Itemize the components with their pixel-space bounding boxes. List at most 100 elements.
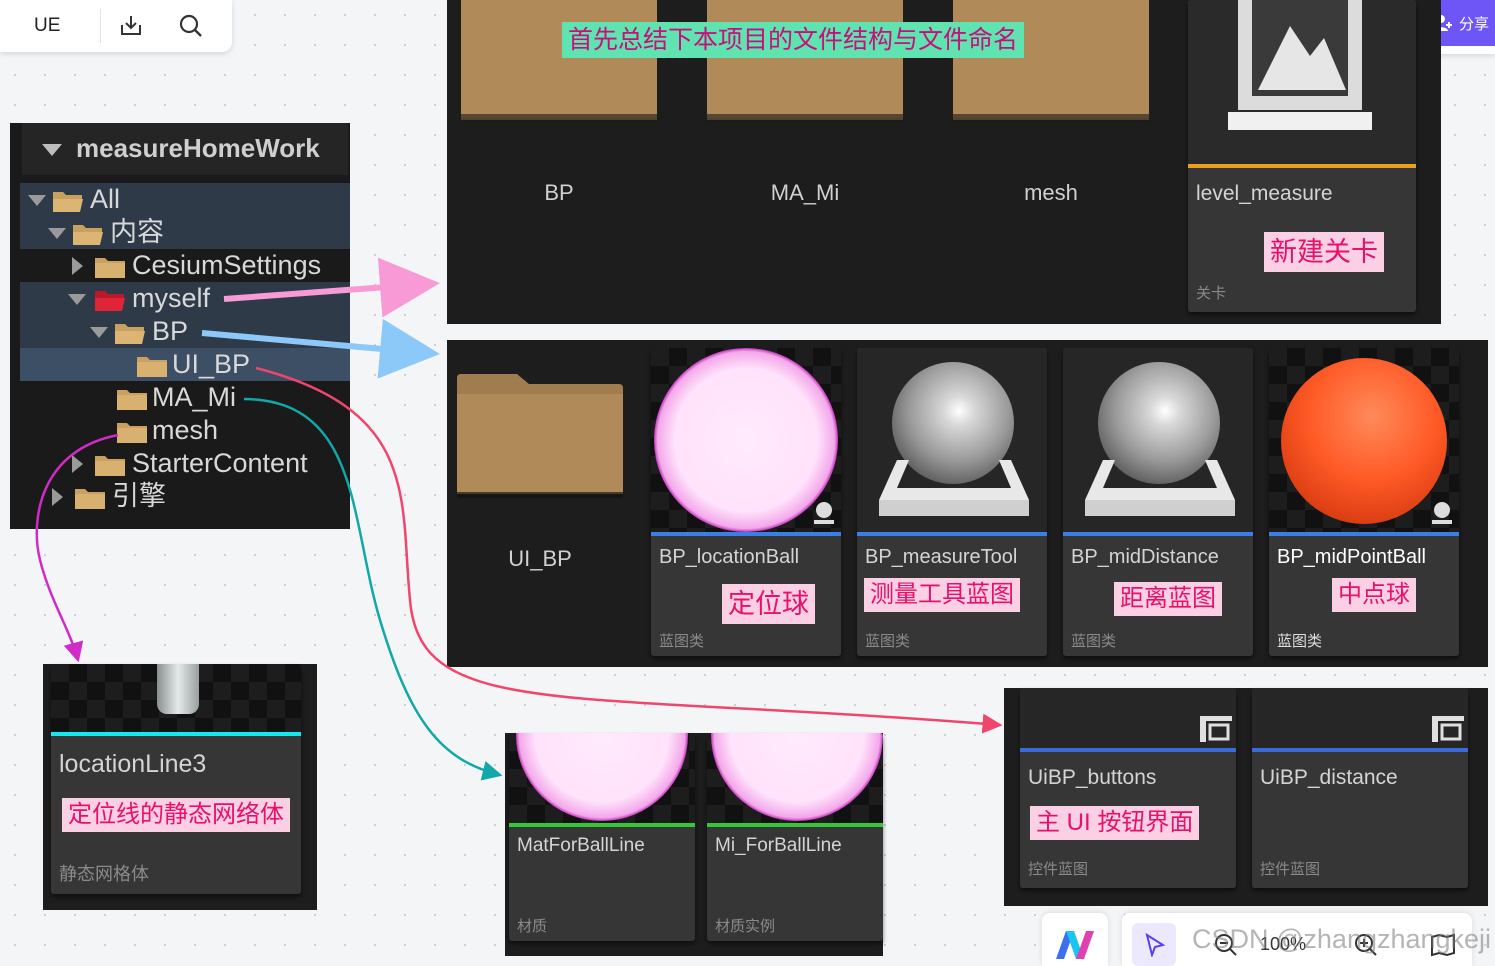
- tree-item-ma-mi[interactable]: MA_Mi: [20, 381, 350, 414]
- asset-name: Mi_ForBallLine: [715, 835, 842, 856]
- asset-type-line: [651, 532, 841, 536]
- asset-name: BP_measureTool: [865, 546, 1018, 568]
- pedestal-icon: [879, 460, 1029, 516]
- annotation-tag: 定位线的静态网络体: [62, 798, 290, 832]
- share-label: 分享: [1459, 15, 1490, 33]
- expand-caret-icon[interactable]: [52, 488, 63, 506]
- asset-name: MatForBallLine: [517, 835, 645, 856]
- tree-item-startercontent[interactable]: StarterContent: [20, 447, 350, 480]
- folder-label: mesh: [1024, 180, 1078, 205]
- annotation-tag: 新建关卡: [1264, 232, 1384, 272]
- asset-name: UiBP_buttons: [1028, 766, 1157, 789]
- level-map-icon: [1228, 0, 1372, 130]
- asset-type: 材质实例: [715, 918, 776, 935]
- cursor-icon: [1145, 933, 1165, 957]
- tree-item-label: 引擎: [112, 481, 166, 511]
- annotation-tag: 主 UI 按钮界面: [1030, 806, 1200, 840]
- folder-icon: [137, 357, 167, 377]
- folder-icon[interactable]: [707, 0, 903, 124]
- tree-item-engine[interactable]: 引擎: [20, 480, 350, 513]
- asset-type-line: [51, 732, 301, 736]
- tree-item-ui-bp[interactable]: UI_BP: [20, 348, 350, 381]
- tree-item-all[interactable]: All: [20, 183, 350, 216]
- widget-icon: [1432, 716, 1464, 742]
- actor-icon: [1432, 502, 1452, 524]
- open-folder-icon: [115, 324, 145, 344]
- static-mesh-card[interactable]: locationLine3 静态网格体: [51, 664, 301, 894]
- widget-icon: [1200, 716, 1232, 742]
- watermark: CSDN @zhangzhangkeji: [1192, 924, 1492, 954]
- widget-blueprint-card[interactable]: UiBP_distance 控件蓝图: [1252, 688, 1468, 888]
- actor-icon: [814, 502, 834, 524]
- folder-icon[interactable]: [457, 374, 623, 498]
- expand-caret-icon[interactable]: [28, 195, 46, 206]
- tree-item-label: myself: [132, 283, 211, 313]
- annotation-tag: 定位球: [722, 584, 815, 624]
- asset-type-line: [509, 823, 695, 827]
- select-tool-button[interactable]: [1132, 923, 1176, 966]
- tree-item-content[interactable]: 内容: [20, 216, 350, 249]
- folder-icon: [95, 456, 125, 476]
- tree-item-label: UI_BP: [172, 349, 251, 379]
- asset-type: 材质: [517, 918, 548, 935]
- cylinder-thumbnail: [157, 664, 199, 714]
- annotation-tag: 测量工具蓝图: [864, 578, 1020, 612]
- asset-type: 蓝图类: [1277, 633, 1323, 650]
- asset-type-line: [707, 823, 883, 827]
- sphere-thumbnail: [1281, 358, 1447, 524]
- folder-icon: [95, 258, 125, 278]
- folder-icon[interactable]: [953, 0, 1149, 124]
- asset-type: 控件蓝图: [1260, 861, 1321, 878]
- asset-type-line: [1020, 748, 1236, 752]
- expand-caret-icon[interactable]: [90, 327, 108, 338]
- annotation-tag: 中点球: [1332, 578, 1416, 612]
- tree-item-bp[interactable]: BP: [20, 315, 350, 348]
- bp-folder-panel: UI_BP BP_locationBall 蓝图类 BP_measureTool…: [447, 340, 1488, 667]
- tree-item-label: mesh: [152, 415, 219, 445]
- download-icon[interactable]: [101, 0, 161, 52]
- top-left-toolbar: UE: [0, 0, 232, 52]
- folder-icon[interactable]: [461, 0, 657, 124]
- tree-item-cesiumsettings[interactable]: CesiumSettings: [20, 249, 350, 282]
- folder-icon: [117, 390, 147, 410]
- asset-type-line: [1063, 532, 1253, 536]
- widget-blueprint-card[interactable]: UiBP_buttons 控件蓝图: [1020, 688, 1236, 888]
- asset-name: BP_midPointBall: [1277, 546, 1426, 568]
- open-folder-icon: [53, 192, 83, 212]
- material-card[interactable]: MatForBallLine 材质: [509, 733, 695, 941]
- asset-type: 蓝图类: [659, 633, 705, 650]
- asset-type-line: [857, 532, 1047, 536]
- annotation-tag: 距离蓝图: [1114, 582, 1222, 616]
- asset-type: 关卡: [1196, 285, 1227, 302]
- asset-type: 蓝图类: [1071, 633, 1117, 650]
- folder-icon: [75, 489, 105, 509]
- expand-caret-icon[interactable]: [72, 455, 83, 473]
- open-folder-icon: [73, 225, 103, 245]
- tree-item-label: All: [90, 184, 121, 214]
- tree-item-mesh[interactable]: mesh: [20, 414, 350, 447]
- tree-item-label: BP: [152, 316, 189, 346]
- tree-header: measureHomeWork: [22, 123, 348, 175]
- asset-name: locationLine3: [59, 750, 207, 778]
- app-logo-button[interactable]: [1042, 913, 1108, 966]
- folder-icon: [117, 423, 147, 443]
- asset-name: BP_midDistance: [1071, 546, 1219, 568]
- expand-caret-icon[interactable]: [72, 257, 83, 275]
- open-folder-icon: [95, 291, 125, 311]
- expand-caret-icon[interactable]: [48, 228, 66, 239]
- material-instance-card[interactable]: Mi_ForBallLine 材质实例: [707, 733, 883, 941]
- asset-name: UiBP_distance: [1260, 766, 1398, 789]
- content-browser-tree: measureHomeWork All 内容 CesiumSettings my…: [10, 123, 350, 529]
- asset-name: BP_locationBall: [659, 546, 800, 568]
- ma-mi-folder-panel: MatForBallLine 材质 Mi_ForBallLine 材质实例: [505, 733, 883, 956]
- asset-type-line: [1188, 164, 1416, 168]
- expand-caret-icon[interactable]: [68, 294, 86, 305]
- pedestal-icon: [1085, 460, 1235, 516]
- board-title[interactable]: UE: [0, 15, 100, 37]
- tree-item-myself[interactable]: myself: [20, 282, 350, 315]
- tree-item-label: CesiumSettings: [132, 250, 322, 280]
- asset-type: 蓝图类: [865, 633, 911, 650]
- search-icon[interactable]: [161, 0, 221, 52]
- asset-type: 静态网格体: [59, 864, 149, 884]
- collapse-caret-icon[interactable]: [42, 144, 62, 156]
